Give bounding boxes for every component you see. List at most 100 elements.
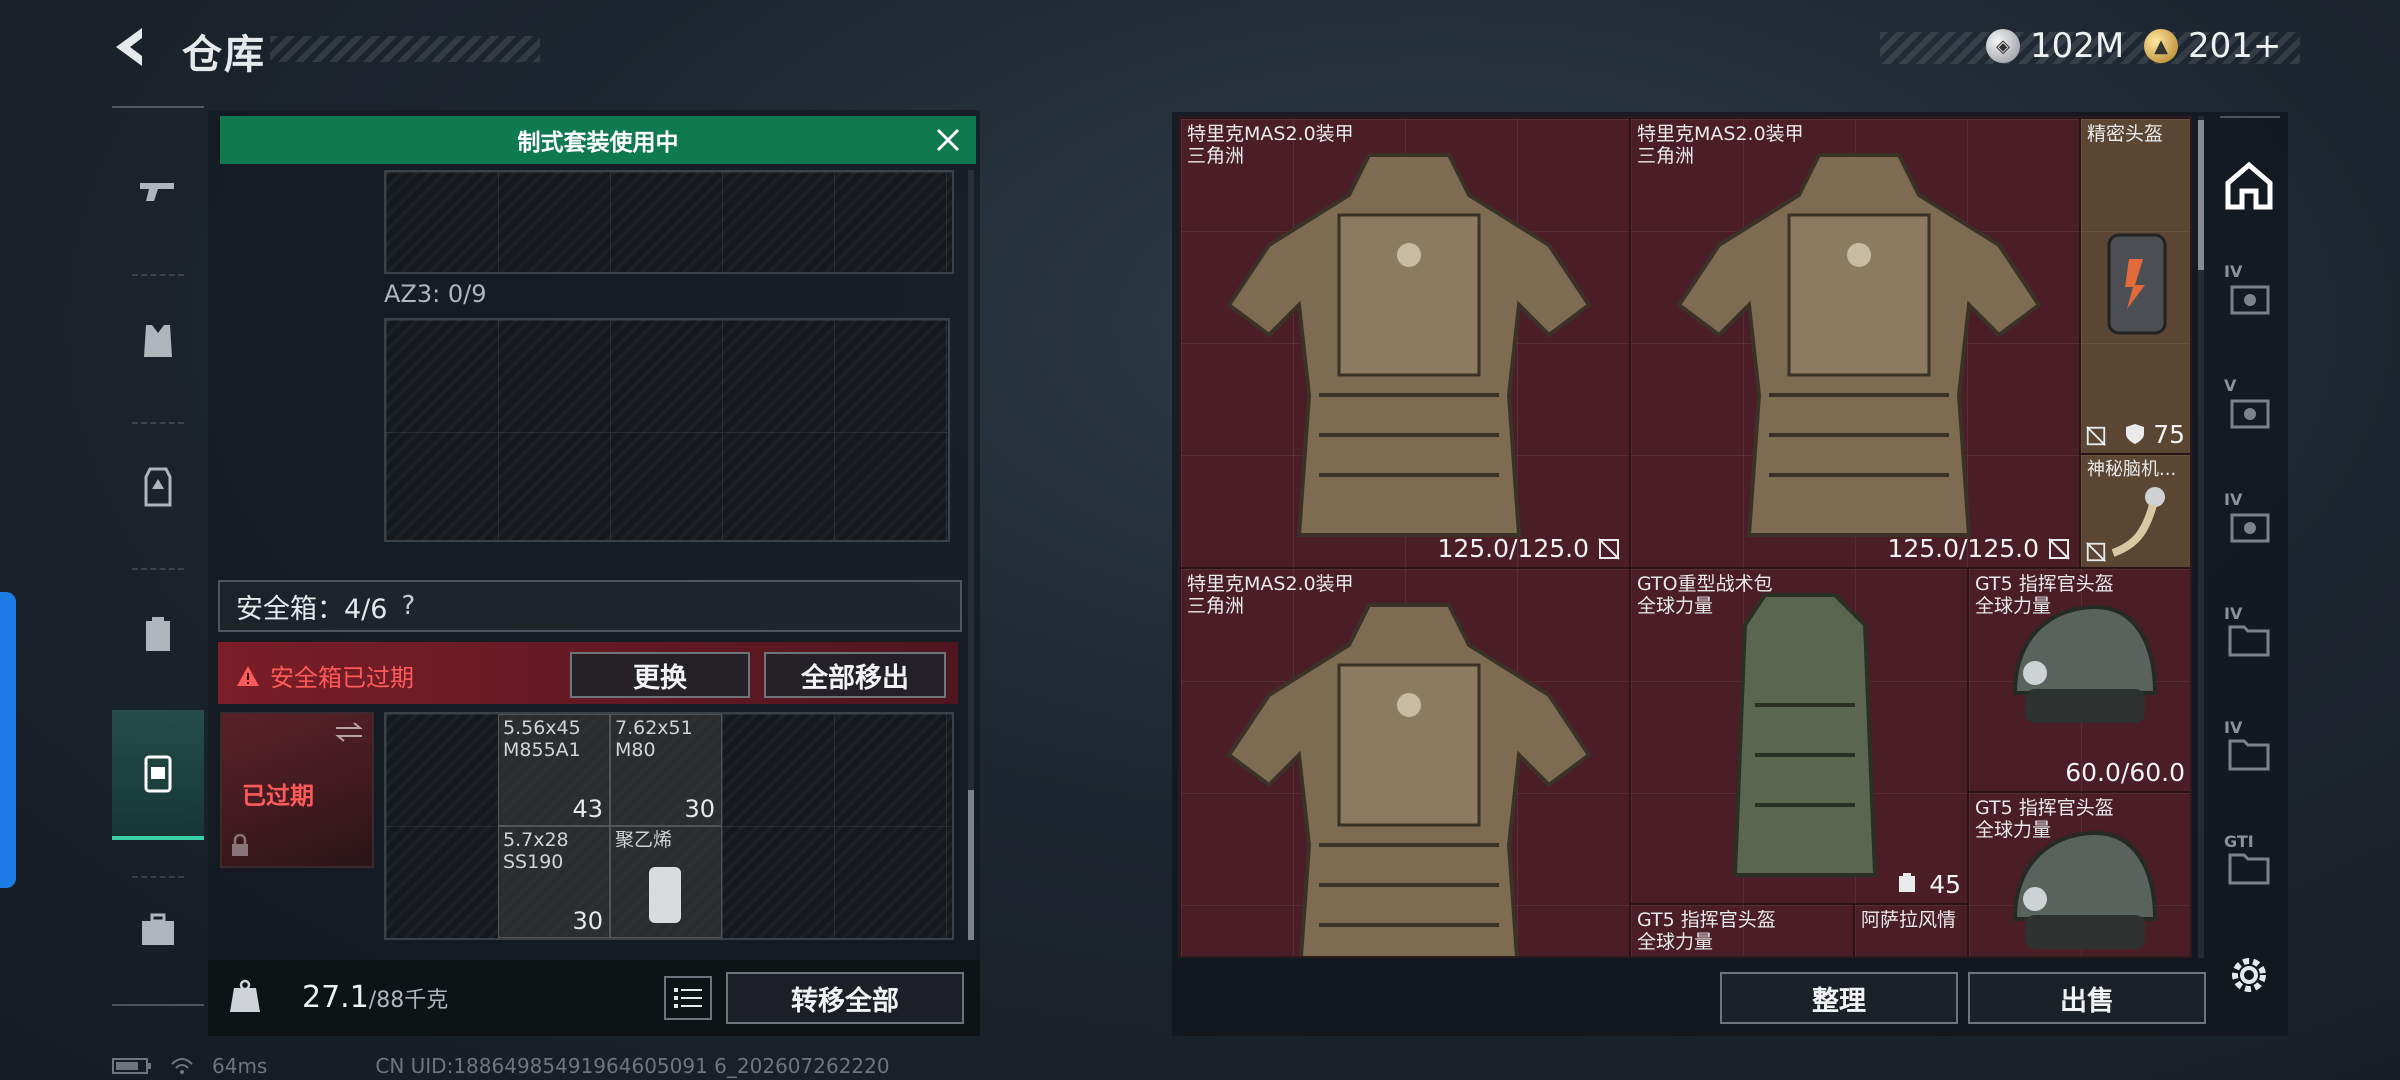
- replace-button[interactable]: 更换: [570, 652, 750, 698]
- currency-tokens[interactable]: ▲ 201+: [2144, 26, 2281, 66]
- armor-vest-icon: [1676, 153, 2042, 537]
- safebox-warning: 安全箱已过期: [236, 658, 414, 693]
- item-name: 5.7x28 SS190: [503, 829, 569, 873]
- back-button[interactable]: [110, 24, 156, 70]
- stash-item-misc[interactable]: 阿萨拉风情: [1854, 904, 1968, 956]
- no-insure-icon: [2086, 542, 2106, 562]
- stash-grid[interactable]: 特里克MAS2.0装甲 三角洲 125.0/125.0 特里克MAS2.0装甲 …: [1178, 116, 2192, 958]
- safebox-slot[interactable]: 已过期: [220, 712, 374, 868]
- wifi-icon: [171, 1058, 193, 1074]
- lock-icon: [232, 834, 248, 856]
- az3-capacity-label: AZ3: 0/9: [384, 280, 487, 308]
- weight-kg-icon: [230, 979, 260, 1012]
- stash-item-helmet[interactable]: GT5 指挥官头盔 全球力量: [1968, 792, 2190, 956]
- safebox-item[interactable]: 7.62x51 M80 30: [610, 714, 722, 826]
- safebox-item[interactable]: 5.56x45 M855A1 43: [498, 714, 610, 826]
- safebox-item[interactable]: 聚乙烯: [610, 826, 722, 938]
- filter-tier-v[interactable]: V: [2214, 360, 2284, 460]
- shield-icon: [2126, 424, 2144, 444]
- container-grid-top[interactable]: [384, 170, 954, 274]
- currency-coins-amount: 102M: [2030, 26, 2125, 66]
- sort-button[interactable]: 整理: [1720, 972, 1958, 1024]
- close-icon[interactable]: [932, 124, 964, 156]
- rail-item-case[interactable]: [112, 864, 204, 994]
- status-bar: 64ms CN UID:18864985491964605091 6_20260…: [112, 1054, 890, 1078]
- item-name: 7.62x51 M80: [615, 717, 693, 761]
- rail-item-weapons[interactable]: [112, 126, 204, 256]
- rail-item-backpack[interactable]: [112, 568, 204, 698]
- transfer-all-button[interactable]: 转移全部: [726, 972, 964, 1024]
- device-icon: [2107, 233, 2167, 335]
- weight-max: /88千克: [368, 988, 449, 1013]
- ping-readout: 64ms: [212, 1054, 268, 1078]
- item-name: 精密头盔: [2087, 123, 2164, 145]
- filter-tier-iv[interactable]: IV: [2214, 702, 2284, 802]
- filter-tier-iv[interactable]: IV: [2214, 246, 2284, 346]
- side-drawer-tab[interactable]: [0, 592, 16, 888]
- stash-item-helmet[interactable]: 精密头盔 75: [2080, 118, 2190, 454]
- armor-vest-icon: [1226, 153, 1592, 537]
- category-rail: [112, 106, 204, 1006]
- item-armor-level: 75: [2153, 420, 2185, 449]
- sell-button[interactable]: 出售: [1968, 972, 2206, 1024]
- filter-label: IV: [2224, 262, 2243, 281]
- stash-item-backpack[interactable]: GTO重型战术包 全球力量 45: [1630, 568, 1968, 904]
- item-name: 特里克MAS2.0装甲 三角洲: [1187, 573, 1354, 617]
- filter-tier-iv[interactable]: IV: [2214, 588, 2284, 688]
- no-insure-icon: [2048, 538, 2070, 560]
- currency-coins[interactable]: ◈ 102M: [1986, 26, 2124, 66]
- page-title: 仓库: [182, 32, 266, 78]
- item-name: 5.56x45 M855A1: [503, 717, 581, 761]
- filter-label: IV: [2224, 490, 2243, 509]
- filter-gti[interactable]: GTI: [2214, 816, 2284, 916]
- filter-tier-iv[interactable]: IV: [2214, 474, 2284, 574]
- item-name: GTO重型战术包 全球力量: [1637, 573, 1773, 617]
- stash-item-armor[interactable]: 特里克MAS2.0装甲 三角洲: [1180, 568, 1630, 956]
- stash-filter-rail: IV V IV IV IV GTI: [2210, 116, 2288, 958]
- no-insure-icon: [2086, 426, 2106, 446]
- az3-container-grid[interactable]: [384, 318, 950, 542]
- rail-item-armor[interactable]: [112, 276, 204, 406]
- stash-item-helmet[interactable]: GT5 指挥官头盔 全球力量 60.0/60.0: [1968, 568, 2190, 792]
- backpack-capacity-icon: [1899, 873, 1915, 892]
- item-durability: 60.0/60.0: [2065, 758, 2185, 787]
- cable-device-icon: [2111, 487, 2165, 557]
- safebox-item[interactable]: 5.7x28 SS190 30: [498, 826, 610, 938]
- stash-item-misc[interactable]: 神秘脑机...: [2080, 454, 2190, 568]
- silver-coin-icon: ◈: [1986, 29, 2020, 63]
- gold-token-icon: ▲: [2144, 29, 2178, 63]
- stash-item-helmet[interactable]: GT5 指挥官头盔 全球力量: [1630, 904, 1854, 956]
- armor-vest-icon: [1226, 603, 1592, 956]
- filter-all[interactable]: [2214, 136, 2284, 236]
- item-name: 特里克MAS2.0装甲 三角洲: [1637, 123, 1804, 167]
- filter-label: IV: [2224, 604, 2243, 623]
- swap-icon: [335, 722, 363, 742]
- item-count: 30: [572, 907, 603, 935]
- safebox-grid[interactable]: 5.56x45 M855A1 43 7.62x51 M80 30 5.7x28 …: [384, 712, 954, 940]
- rail-item-chest-rig[interactable]: [112, 422, 204, 552]
- stash-item-armor[interactable]: 特里克MAS2.0装甲 三角洲 125.0/125.0: [1180, 118, 1630, 568]
- filter-label: IV: [2224, 718, 2243, 737]
- item-name: 神秘脑机...: [2087, 459, 2177, 480]
- rail-item-safebox[interactable]: [112, 710, 204, 840]
- settings-gear-icon[interactable]: [2226, 952, 2272, 998]
- safebox-icon: [144, 755, 172, 793]
- help-icon[interactable]: ?: [401, 591, 415, 621]
- remove-all-button[interactable]: 全部移出: [764, 652, 946, 698]
- list-view-button[interactable]: [664, 976, 712, 1020]
- item-count: 30: [684, 795, 715, 823]
- loadout-scroll-thumb[interactable]: [968, 790, 974, 940]
- title-decoration: [270, 36, 540, 62]
- filter-label: GTI: [2224, 832, 2254, 851]
- home-icon: [2225, 161, 2273, 210]
- stash-item-armor[interactable]: 特里克MAS2.0装甲 三角洲 125.0/125.0: [1630, 118, 2080, 568]
- stash-scroll-thumb[interactable]: [2198, 120, 2204, 270]
- item-capacity: 45: [1929, 870, 1961, 899]
- item-count: 43: [572, 795, 603, 823]
- pistol-icon: [140, 183, 174, 201]
- safebox-warning-text: 安全箱已过期: [270, 664, 414, 692]
- warning-icon: [237, 665, 259, 686]
- item-durability: 125.0/125.0: [1887, 534, 2039, 563]
- weight-readout: 27.1/88千克: [302, 980, 448, 1015]
- filter-label: V: [2224, 376, 2237, 395]
